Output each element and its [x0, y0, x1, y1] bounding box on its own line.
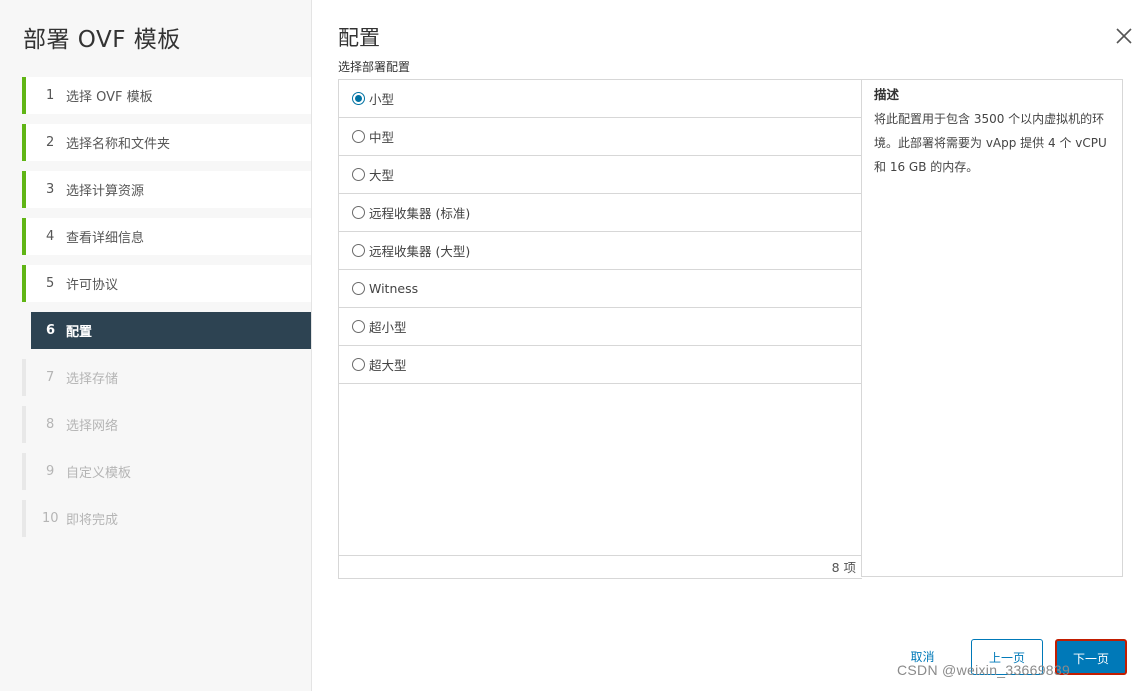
- radio-button[interactable]: [352, 92, 365, 105]
- step-1[interactable]: 1 选择 OVF 模板: [22, 77, 311, 114]
- config-option[interactable]: 远程收集器 (标准): [339, 194, 862, 232]
- radio-button[interactable]: [352, 168, 365, 181]
- step-number: 4: [46, 229, 55, 244]
- step-number: 10: [42, 511, 59, 526]
- config-option[interactable]: 大型: [339, 156, 862, 194]
- step-2[interactable]: 2 选择名称和文件夹: [22, 124, 311, 161]
- step-label: 许可协议: [66, 278, 119, 293]
- watermark: CSDN @weixin_33669839: [897, 662, 1071, 678]
- step-label: 即将完成: [66, 513, 119, 528]
- config-option-label: 远程收集器 (大型): [369, 244, 471, 259]
- page-title: 配置: [338, 26, 380, 50]
- step-5[interactable]: 5 许可协议: [22, 265, 311, 302]
- step-label: 选择名称和文件夹: [66, 137, 171, 152]
- config-option[interactable]: 超小型: [339, 308, 862, 346]
- config-option-label: 远程收集器 (标准): [369, 206, 471, 221]
- step-8: 8 选择网络: [22, 406, 311, 443]
- step-number: 7: [46, 370, 55, 385]
- config-option-label: 大型: [369, 168, 395, 183]
- step-number: 3: [46, 182, 55, 197]
- step-label: 自定义模板: [66, 466, 132, 481]
- config-option[interactable]: 超大型: [339, 346, 862, 384]
- config-option-label: 小型: [369, 92, 395, 107]
- wizard-steps: 1 选择 OVF 模板 2 选择名称和文件夹 3 选择计算资源 4 查看详细信息…: [22, 77, 311, 547]
- radio-button[interactable]: [352, 130, 365, 143]
- radio-button[interactable]: [352, 282, 365, 295]
- step-7: 7 选择存储: [22, 359, 311, 396]
- config-list: 小型 中型 大型 远程收集器 (标准) 远程收集器 (大型) Witness 超…: [338, 79, 862, 579]
- config-option[interactable]: 远程收集器 (大型): [339, 232, 862, 270]
- config-option-label: 中型: [369, 130, 395, 145]
- description-title: 描述: [874, 87, 900, 102]
- step-number: 9: [46, 464, 55, 479]
- radio-button[interactable]: [352, 358, 365, 371]
- step-number: 8: [46, 417, 55, 432]
- wizard-sidebar: 部署 OVF 模板 1 选择 OVF 模板 2 选择名称和文件夹 3 选择计算资…: [0, 0, 312, 691]
- config-option[interactable]: Witness: [339, 270, 862, 308]
- step-number: 5: [46, 276, 55, 291]
- step-label: 选择网络: [66, 419, 119, 434]
- radio-button[interactable]: [352, 320, 365, 333]
- wizard-title: 部署 OVF 模板: [23, 27, 181, 53]
- step-10: 10 即将完成: [22, 500, 311, 537]
- step-label: 配置: [66, 325, 93, 340]
- step-number: 2: [46, 135, 55, 150]
- step-label: 选择 OVF 模板: [66, 90, 153, 105]
- step-number: 1: [46, 88, 55, 103]
- step-label: 选择计算资源: [66, 184, 145, 199]
- step-6[interactable]: 6 配置: [31, 312, 311, 349]
- radio-button[interactable]: [352, 206, 365, 219]
- close-icon[interactable]: [1114, 26, 1134, 46]
- step-9: 9 自定义模板: [22, 453, 311, 490]
- description-text: 将此配置用于包含 3500 个以内虚拟机的环境。此部署将需要为 vApp 提供 …: [874, 112, 1107, 174]
- config-option-label: Witness: [369, 281, 419, 296]
- step-label: 选择存储: [66, 372, 119, 387]
- step-4[interactable]: 4 查看详细信息: [22, 218, 311, 255]
- config-option[interactable]: 中型: [339, 118, 862, 156]
- item-count: 8 项: [339, 555, 862, 578]
- step-number: 6: [46, 323, 56, 338]
- config-option-label: 超大型: [369, 358, 407, 373]
- step-3[interactable]: 3 选择计算资源: [22, 171, 311, 208]
- config-option[interactable]: 小型: [339, 80, 862, 118]
- step-label: 查看详细信息: [66, 231, 145, 246]
- config-option-label: 超小型: [369, 320, 407, 335]
- description-panel: 描述 将此配置用于包含 3500 个以内虚拟机的环境。此部署将需要为 vApp …: [861, 79, 1123, 577]
- section-subtitle: 选择部署配置: [338, 60, 411, 74]
- radio-button[interactable]: [352, 244, 365, 257]
